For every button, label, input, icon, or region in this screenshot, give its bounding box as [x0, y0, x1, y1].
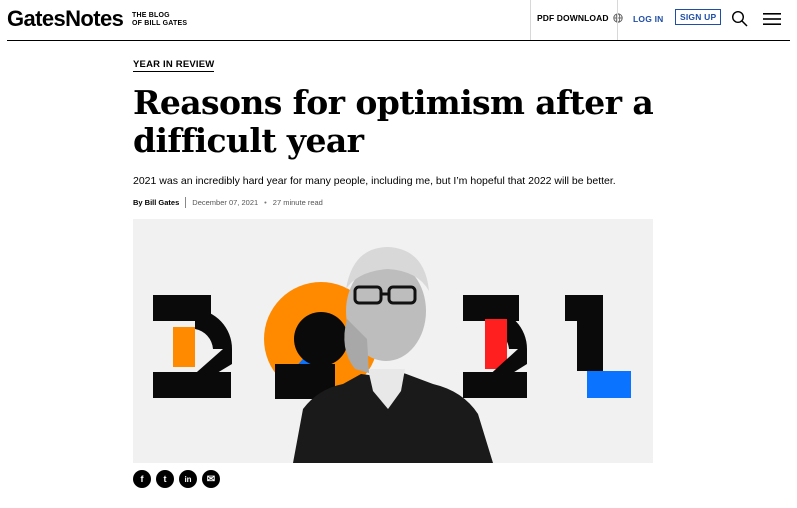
- header-rule: [7, 40, 790, 41]
- byline-author[interactable]: By Bill Gates: [133, 198, 179, 207]
- digit-2-first: [153, 295, 233, 398]
- tagline-line-2: OF BILL GATES: [132, 20, 188, 27]
- email-share-button[interactable]: ✉: [202, 470, 220, 488]
- hero-illustration: [153, 247, 631, 463]
- article-subtitle: 2021 was an incredibly hard year for man…: [133, 175, 616, 187]
- site-header: GatesNotes THE BLOG OF BILL GATES PDF DO…: [0, 0, 797, 41]
- category-tag[interactable]: YEAR IN REVIEW: [133, 59, 215, 72]
- hero-image: [133, 219, 653, 463]
- digit-2-second: [463, 295, 527, 398]
- menu-icon[interactable]: [763, 12, 781, 26]
- article-title: Reasons for optimism after a difficult y…: [133, 83, 654, 160]
- twitter-icon: t: [163, 474, 167, 484]
- facebook-share-button[interactable]: f: [133, 470, 151, 488]
- byline: By Bill Gates December 07, 2021 • 27 min…: [133, 197, 323, 208]
- signup-button[interactable]: SIGN UP: [675, 9, 722, 25]
- linkedin-share-button[interactable]: in: [179, 470, 197, 488]
- share-bar: f t in ✉: [133, 470, 220, 488]
- byline-separator: [185, 197, 187, 208]
- pdf-download-button[interactable]: PDF DOWNLOAD: [537, 13, 623, 23]
- email-icon: ✉: [206, 473, 216, 485]
- pdf-download-label: PDF DOWNLOAD: [537, 13, 609, 23]
- header-divider: [617, 0, 618, 40]
- linkedin-icon: in: [184, 474, 192, 484]
- tagline-line-1: THE BLOG: [132, 12, 170, 19]
- byline-date: December 07, 2021: [192, 198, 259, 207]
- login-link[interactable]: LOG IN: [633, 14, 663, 24]
- header-divider: [530, 0, 531, 40]
- digit-1: [565, 295, 631, 398]
- site-tagline: THE BLOG OF BILL GATES: [132, 12, 192, 28]
- search-icon[interactable]: [731, 10, 748, 27]
- facebook-icon: f: [140, 474, 144, 484]
- byline-read-time: 27 minute read: [272, 198, 323, 207]
- byline-dot: •: [264, 198, 267, 207]
- site-logo[interactable]: GatesNotes: [7, 6, 124, 32]
- twitter-share-button[interactable]: t: [156, 470, 174, 488]
